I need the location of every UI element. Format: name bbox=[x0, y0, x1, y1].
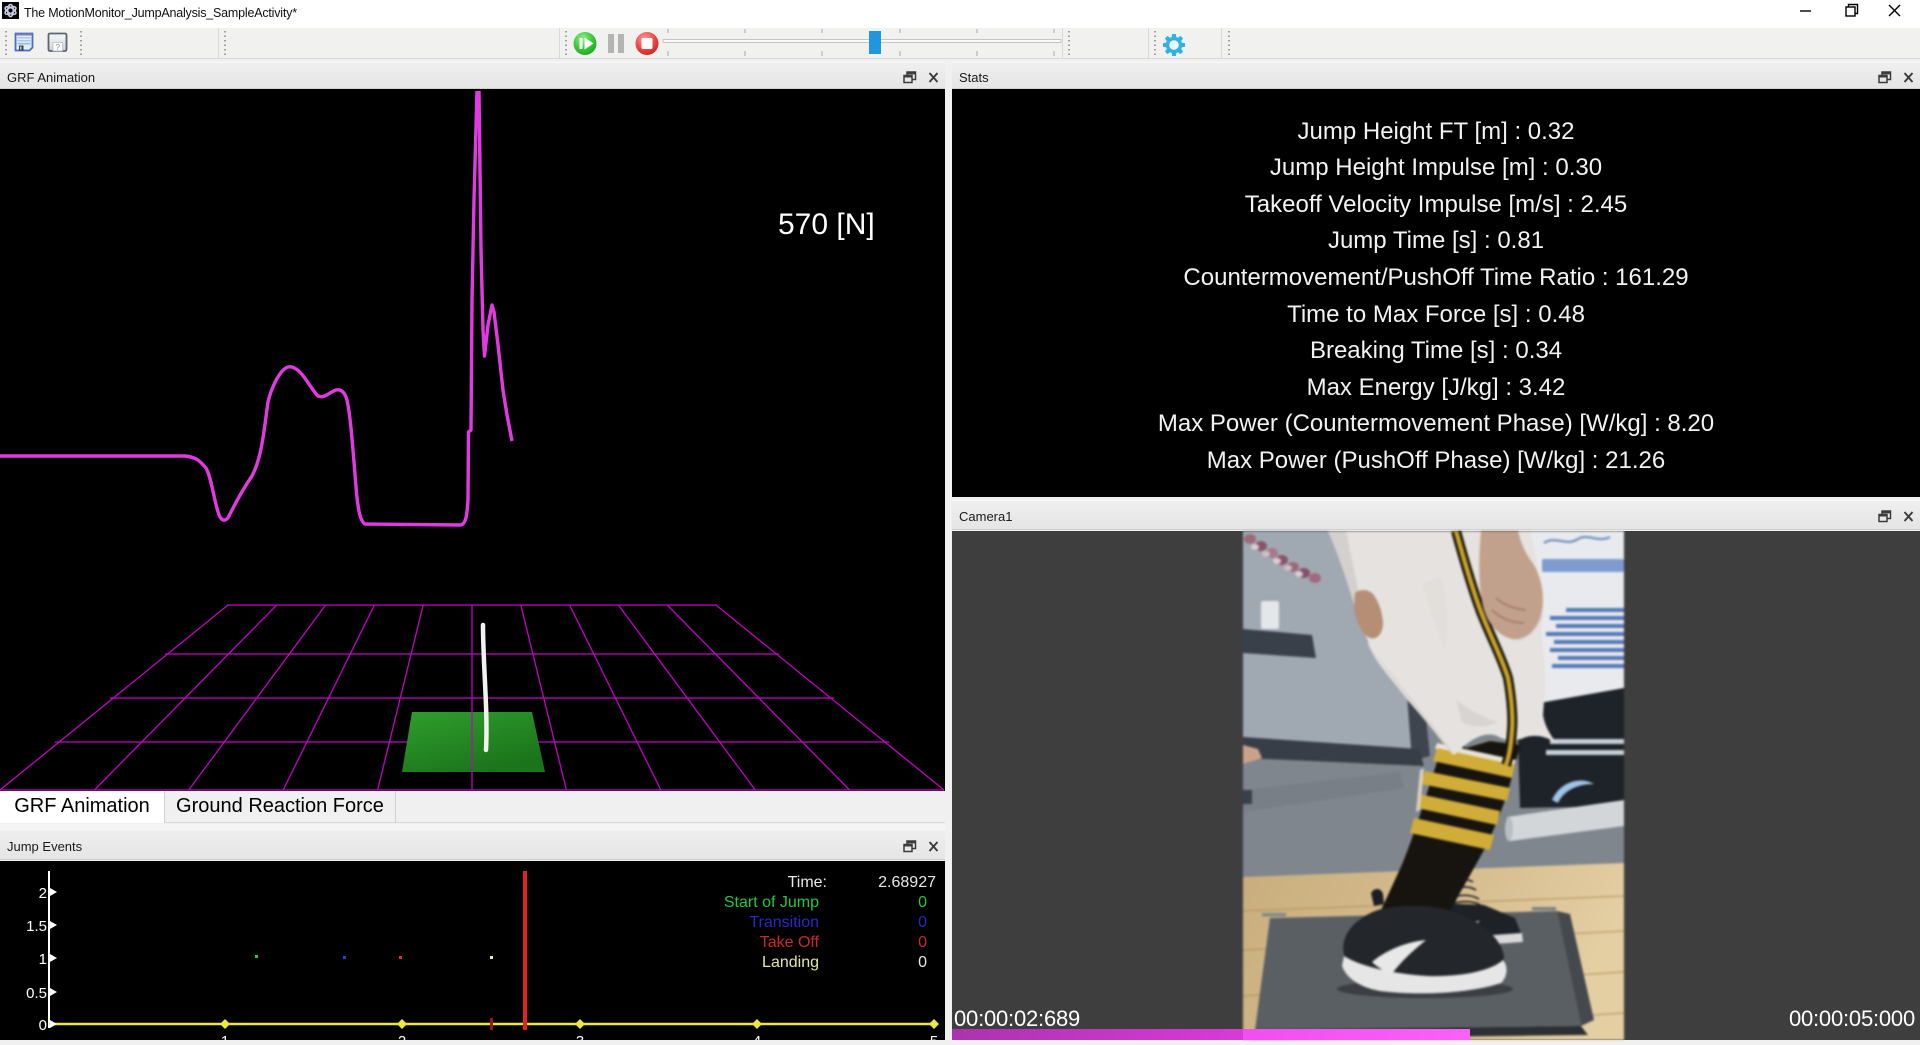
svg-text:Take Off: Take Off bbox=[760, 934, 820, 951]
svg-text:5: 5 bbox=[930, 1033, 938, 1040]
svg-text:0.5: 0.5 bbox=[26, 985, 47, 1002]
svg-text:570 [N]: 570 [N] bbox=[778, 208, 875, 241]
svg-text:4: 4 bbox=[753, 1033, 761, 1040]
svg-text:Transition: Transition bbox=[749, 914, 819, 931]
svg-text:Landing: Landing bbox=[762, 954, 819, 971]
svg-text:2: 2 bbox=[39, 885, 47, 902]
svg-text:0: 0 bbox=[918, 954, 927, 971]
svg-text:?: ? bbox=[55, 42, 60, 52]
svg-text:0: 0 bbox=[918, 894, 927, 911]
svg-text:Time:: Time: bbox=[788, 874, 827, 891]
svg-text:1.5: 1.5 bbox=[26, 918, 47, 935]
svg-text:0: 0 bbox=[918, 934, 927, 951]
svg-text:0: 0 bbox=[39, 1017, 47, 1034]
svg-text:2: 2 bbox=[398, 1033, 406, 1040]
svg-text:0: 0 bbox=[918, 914, 927, 931]
svg-text:3: 3 bbox=[576, 1033, 584, 1040]
svg-text:1: 1 bbox=[39, 951, 47, 968]
svg-text:Start of Jump: Start of Jump bbox=[724, 894, 819, 911]
svg-text:1: 1 bbox=[221, 1033, 229, 1040]
svg-text:2.68927: 2.68927 bbox=[878, 874, 936, 891]
